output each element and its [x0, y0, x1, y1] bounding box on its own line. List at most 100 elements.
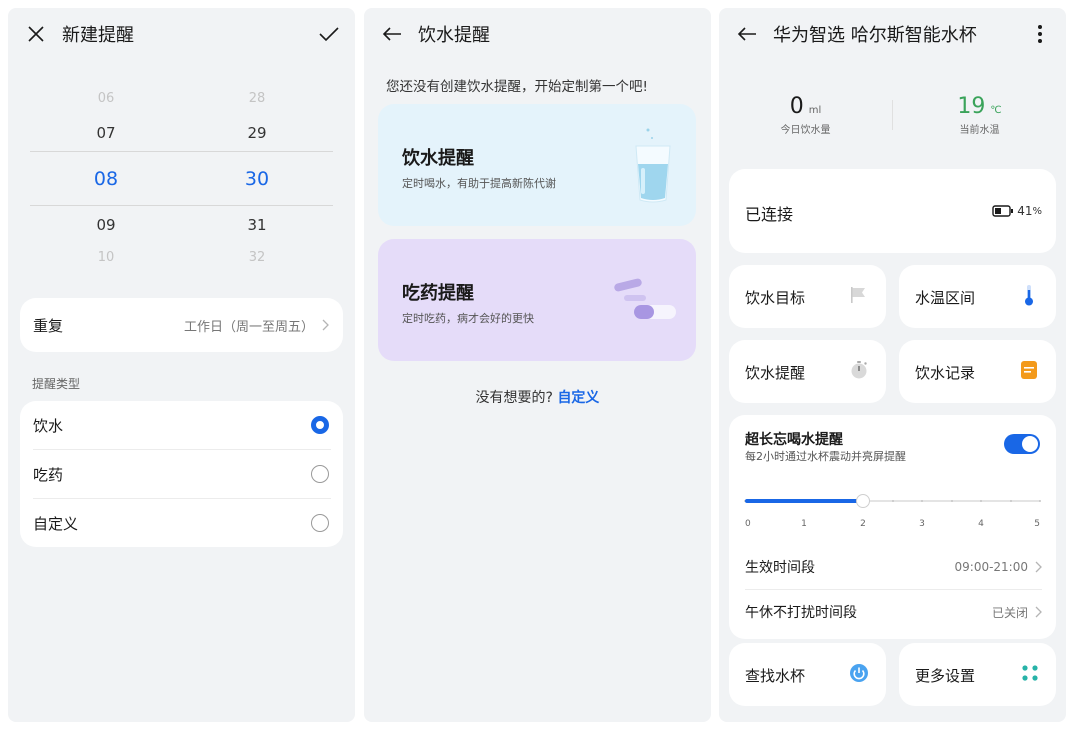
- intake-label: 今日饮水量: [780, 125, 831, 136]
- tile-label: 饮水提醒: [745, 364, 806, 382]
- reminder-type-list: 饮水 吃药 自定义: [20, 401, 343, 547]
- battery-unit: %: [1032, 205, 1042, 217]
- type-option-water[interactable]: 饮水: [20, 401, 343, 449]
- slider-tick: [891, 500, 894, 502]
- tile-label: 更多设置: [915, 667, 976, 685]
- hour-option[interactable]: 07: [76, 124, 136, 142]
- slider-scale-label: 0: [745, 519, 751, 529]
- temp-unit: ℃: [990, 105, 1002, 116]
- repeat-row[interactable]: 重复 工作日（周一至周五）: [20, 298, 343, 352]
- long-reminder-title: 超长忘喝水提醒: [745, 432, 843, 448]
- battery-indicator: 41%: [992, 204, 1042, 218]
- tile-more-settings[interactable]: 更多设置: [899, 643, 1056, 706]
- back-arrow-icon[interactable]: [735, 22, 759, 46]
- toggle-knob: [1022, 436, 1038, 452]
- smart-cup-panel: 华为智选 哈尔斯智能水杯 0 ml 今日饮水量 19 ℃ 当前水温 已连接 41…: [719, 8, 1066, 722]
- minute-option[interactable]: 28: [227, 91, 287, 106]
- tile-label: 饮水目标: [745, 289, 806, 307]
- picker-divider-bottom: [30, 205, 333, 206]
- type-option-label: 自定义: [33, 514, 79, 533]
- water-reminder-template-card[interactable]: 饮水提醒 定时喝水，有助于提高新陈代谢: [378, 104, 696, 226]
- card-title: 饮水提醒: [402, 148, 474, 169]
- intake-unit: ml: [808, 105, 822, 116]
- minute-option[interactable]: 31: [227, 216, 287, 234]
- nap-period-row[interactable]: 午休不打扰时间段 已关闭: [745, 590, 1042, 634]
- footer-prefix: 没有想要的?: [475, 390, 553, 406]
- radio-selected[interactable]: [311, 416, 329, 434]
- intake-value: 0: [789, 94, 804, 119]
- hour-option[interactable]: 09: [76, 216, 136, 234]
- card-title: 吃药提醒: [402, 283, 474, 304]
- interval-slider[interactable]: [744, 494, 1041, 508]
- tile-drink-record[interactable]: 饮水记录: [899, 340, 1056, 403]
- water-reminder-panel: 饮水提醒 您还没有创建饮水提醒，开始定制第一个吧! 饮水提醒 定时喝水，有助于提…: [364, 8, 711, 722]
- battery-level: 41: [1017, 204, 1033, 218]
- chevron-right-icon: [322, 319, 329, 331]
- radio-unselected[interactable]: [311, 514, 329, 532]
- time-picker[interactable]: 06 07 08 09 10 28 29 30 31 32: [8, 88, 355, 288]
- tile-drink-goal[interactable]: 饮水目标: [729, 265, 886, 328]
- slider-tick: [921, 500, 923, 502]
- minute-option[interactable]: 32: [227, 250, 287, 265]
- type-option-label: 吃药: [33, 465, 64, 484]
- intake-stat: 0 ml 今日饮水量: [719, 94, 892, 136]
- empty-intro-text: 您还没有创建饮水提醒，开始定制第一个吧!: [386, 79, 648, 95]
- slider-tick: [1009, 500, 1012, 502]
- slider-scale-label: 1: [801, 519, 807, 529]
- slider-scale-label: 3: [919, 519, 925, 529]
- slider-scale-label: 4: [978, 519, 984, 529]
- nap-period-label: 午休不打扰时间段: [745, 605, 857, 621]
- active-period-row[interactable]: 生效时间段 09:00-21:00: [745, 545, 1042, 589]
- slider-tick: [1039, 500, 1041, 502]
- tile-label: 水温区间: [915, 289, 976, 307]
- active-period-label: 生效时间段: [745, 560, 815, 576]
- minute-selected[interactable]: 30: [227, 168, 287, 190]
- custom-link[interactable]: 自定义: [557, 390, 599, 406]
- page-title: 新建提醒: [62, 25, 134, 46]
- card-subtitle: 定时喝水，有助于提高新陈代谢: [402, 177, 556, 190]
- back-arrow-icon[interactable]: [380, 22, 404, 46]
- close-icon[interactable]: [24, 22, 48, 46]
- tile-find-cup[interactable]: 查找水杯: [729, 643, 886, 706]
- battery-icon: [992, 205, 1014, 217]
- nap-period-value: 已关闭: [991, 605, 1028, 620]
- hour-option[interactable]: 10: [76, 250, 136, 265]
- long-reminder-toggle[interactable]: [1004, 434, 1040, 454]
- repeat-label: 重复: [33, 316, 64, 335]
- more-vertical-icon[interactable]: [1028, 22, 1052, 46]
- tile-label: 饮水记录: [915, 364, 976, 382]
- hour-option[interactable]: 06: [76, 91, 136, 106]
- tile-temperature-range[interactable]: 水温区间: [899, 265, 1056, 328]
- slider-tick: [980, 500, 982, 502]
- type-option-custom[interactable]: 自定义: [20, 499, 343, 547]
- tile-drink-reminder[interactable]: 饮水提醒: [729, 340, 886, 403]
- confirm-check-icon[interactable]: [317, 22, 341, 46]
- slider-thumb[interactable]: [856, 494, 870, 508]
- flag-icon: [849, 286, 867, 308]
- long-reminder-card: 超长忘喝水提醒 每2小时通过水杯震动并亮屏提醒 0 1 2 3 4 5 生效时间段 09:…: [729, 415, 1056, 639]
- pill-icon: [610, 275, 682, 329]
- radio-unselected[interactable]: [311, 465, 329, 483]
- custom-footer: 没有想要的? 自定义: [364, 387, 711, 407]
- repeat-value: 工作日（周一至周五）: [183, 319, 314, 335]
- type-section-label: 提醒类型: [32, 377, 81, 391]
- type-option-medicine[interactable]: 吃药: [20, 450, 343, 498]
- type-option-label: 饮水: [33, 416, 64, 435]
- new-reminder-panel: 新建提醒 06 07 08 09 10 28 29 30 31 32 重复 工作…: [8, 8, 355, 722]
- dots-grid-icon: [1021, 664, 1039, 686]
- hour-selected[interactable]: 08: [76, 168, 136, 190]
- medicine-reminder-template-card[interactable]: 吃药提醒 定时吃药，病才会好的更快: [378, 239, 696, 361]
- smart-cup-header: 华为智选 哈尔斯智能水杯: [719, 8, 1066, 60]
- new-reminder-header: 新建提醒: [8, 8, 355, 60]
- page-title: 饮水提醒: [418, 25, 490, 46]
- slider-scale-label: 2: [860, 519, 866, 529]
- water-glass-icon: [630, 126, 676, 210]
- temp-label: 当前水温: [959, 125, 1000, 136]
- thermometer-icon: [1023, 283, 1035, 311]
- connection-status: 已连接: [745, 205, 794, 224]
- tile-label: 查找水杯: [745, 667, 806, 685]
- slider-scale: 0 1 2 3 4 5: [745, 519, 1040, 531]
- long-reminder-subtitle: 每2小时通过水杯震动并亮屏提醒: [745, 450, 906, 463]
- minute-option[interactable]: 29: [227, 124, 287, 142]
- connection-card[interactable]: 已连接 41%: [729, 169, 1056, 253]
